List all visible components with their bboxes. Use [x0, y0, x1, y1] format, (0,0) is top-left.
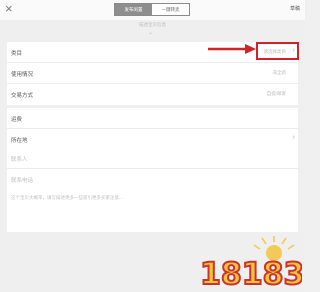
row-trade-method[interactable]: 交易方式 自提/邮寄	[7, 84, 298, 105]
row-location[interactable]: 所在地 ›	[7, 129, 298, 150]
remark-placeholder: 这个宝贝大概率，填写描述更多一些吸引更多买家注意...	[11, 195, 123, 200]
contact-card: 联系人 联系电话	[7, 148, 298, 190]
top-bar: × 发布闲置 一键转卖 草稿	[0, 0, 305, 20]
screen: × 发布闲置 一键转卖 草稿 描述宝贝信息 ⌄ 类目 请选择类目 › 使用情况 …	[0, 0, 305, 292]
row-shipping[interactable]: 运费	[7, 108, 298, 129]
description-hint[interactable]: 描述宝贝信息	[0, 22, 305, 28]
watermark-text: 18183	[200, 257, 302, 290]
phone-field[interactable]: 联系电话	[11, 176, 33, 184]
row-condition[interactable]: 使用情况 非全新	[7, 63, 298, 84]
condition-value: 非全新	[272, 70, 287, 75]
tab-resell[interactable]: 一键转卖	[152, 4, 189, 15]
tab-switch: 发布闲置 一键转卖	[114, 3, 190, 16]
condition-label: 使用情况	[11, 72, 34, 78]
category-label: 类目	[11, 51, 23, 57]
trade-label: 交易方式	[11, 93, 34, 99]
remark-textarea[interactable]: 这个宝贝大概率，填写描述更多一些吸引更多买家注意...	[7, 190, 298, 232]
trade-value: 自提/邮寄	[266, 91, 286, 96]
location-label: 所在地	[11, 138, 28, 144]
watermark-logo: 18183	[199, 236, 302, 290]
location-card: 运费 所在地 ›	[7, 108, 298, 150]
close-icon[interactable]: ×	[5, 2, 13, 16]
chevron-right-icon: ›	[292, 134, 295, 141]
red-arrow-icon	[208, 44, 256, 54]
row-phone[interactable]: 联系电话	[7, 169, 298, 190]
shipping-label: 运费	[11, 117, 23, 123]
highlight-box	[256, 42, 299, 60]
chevron-down-icon[interactable]: ⌄	[148, 29, 153, 36]
draft-button[interactable]: 草稿	[290, 5, 300, 12]
tab-publish[interactable]: 发布闲置	[115, 4, 152, 15]
row-contact[interactable]: 联系人	[7, 148, 298, 169]
contact-field[interactable]: 联系人	[11, 155, 28, 163]
